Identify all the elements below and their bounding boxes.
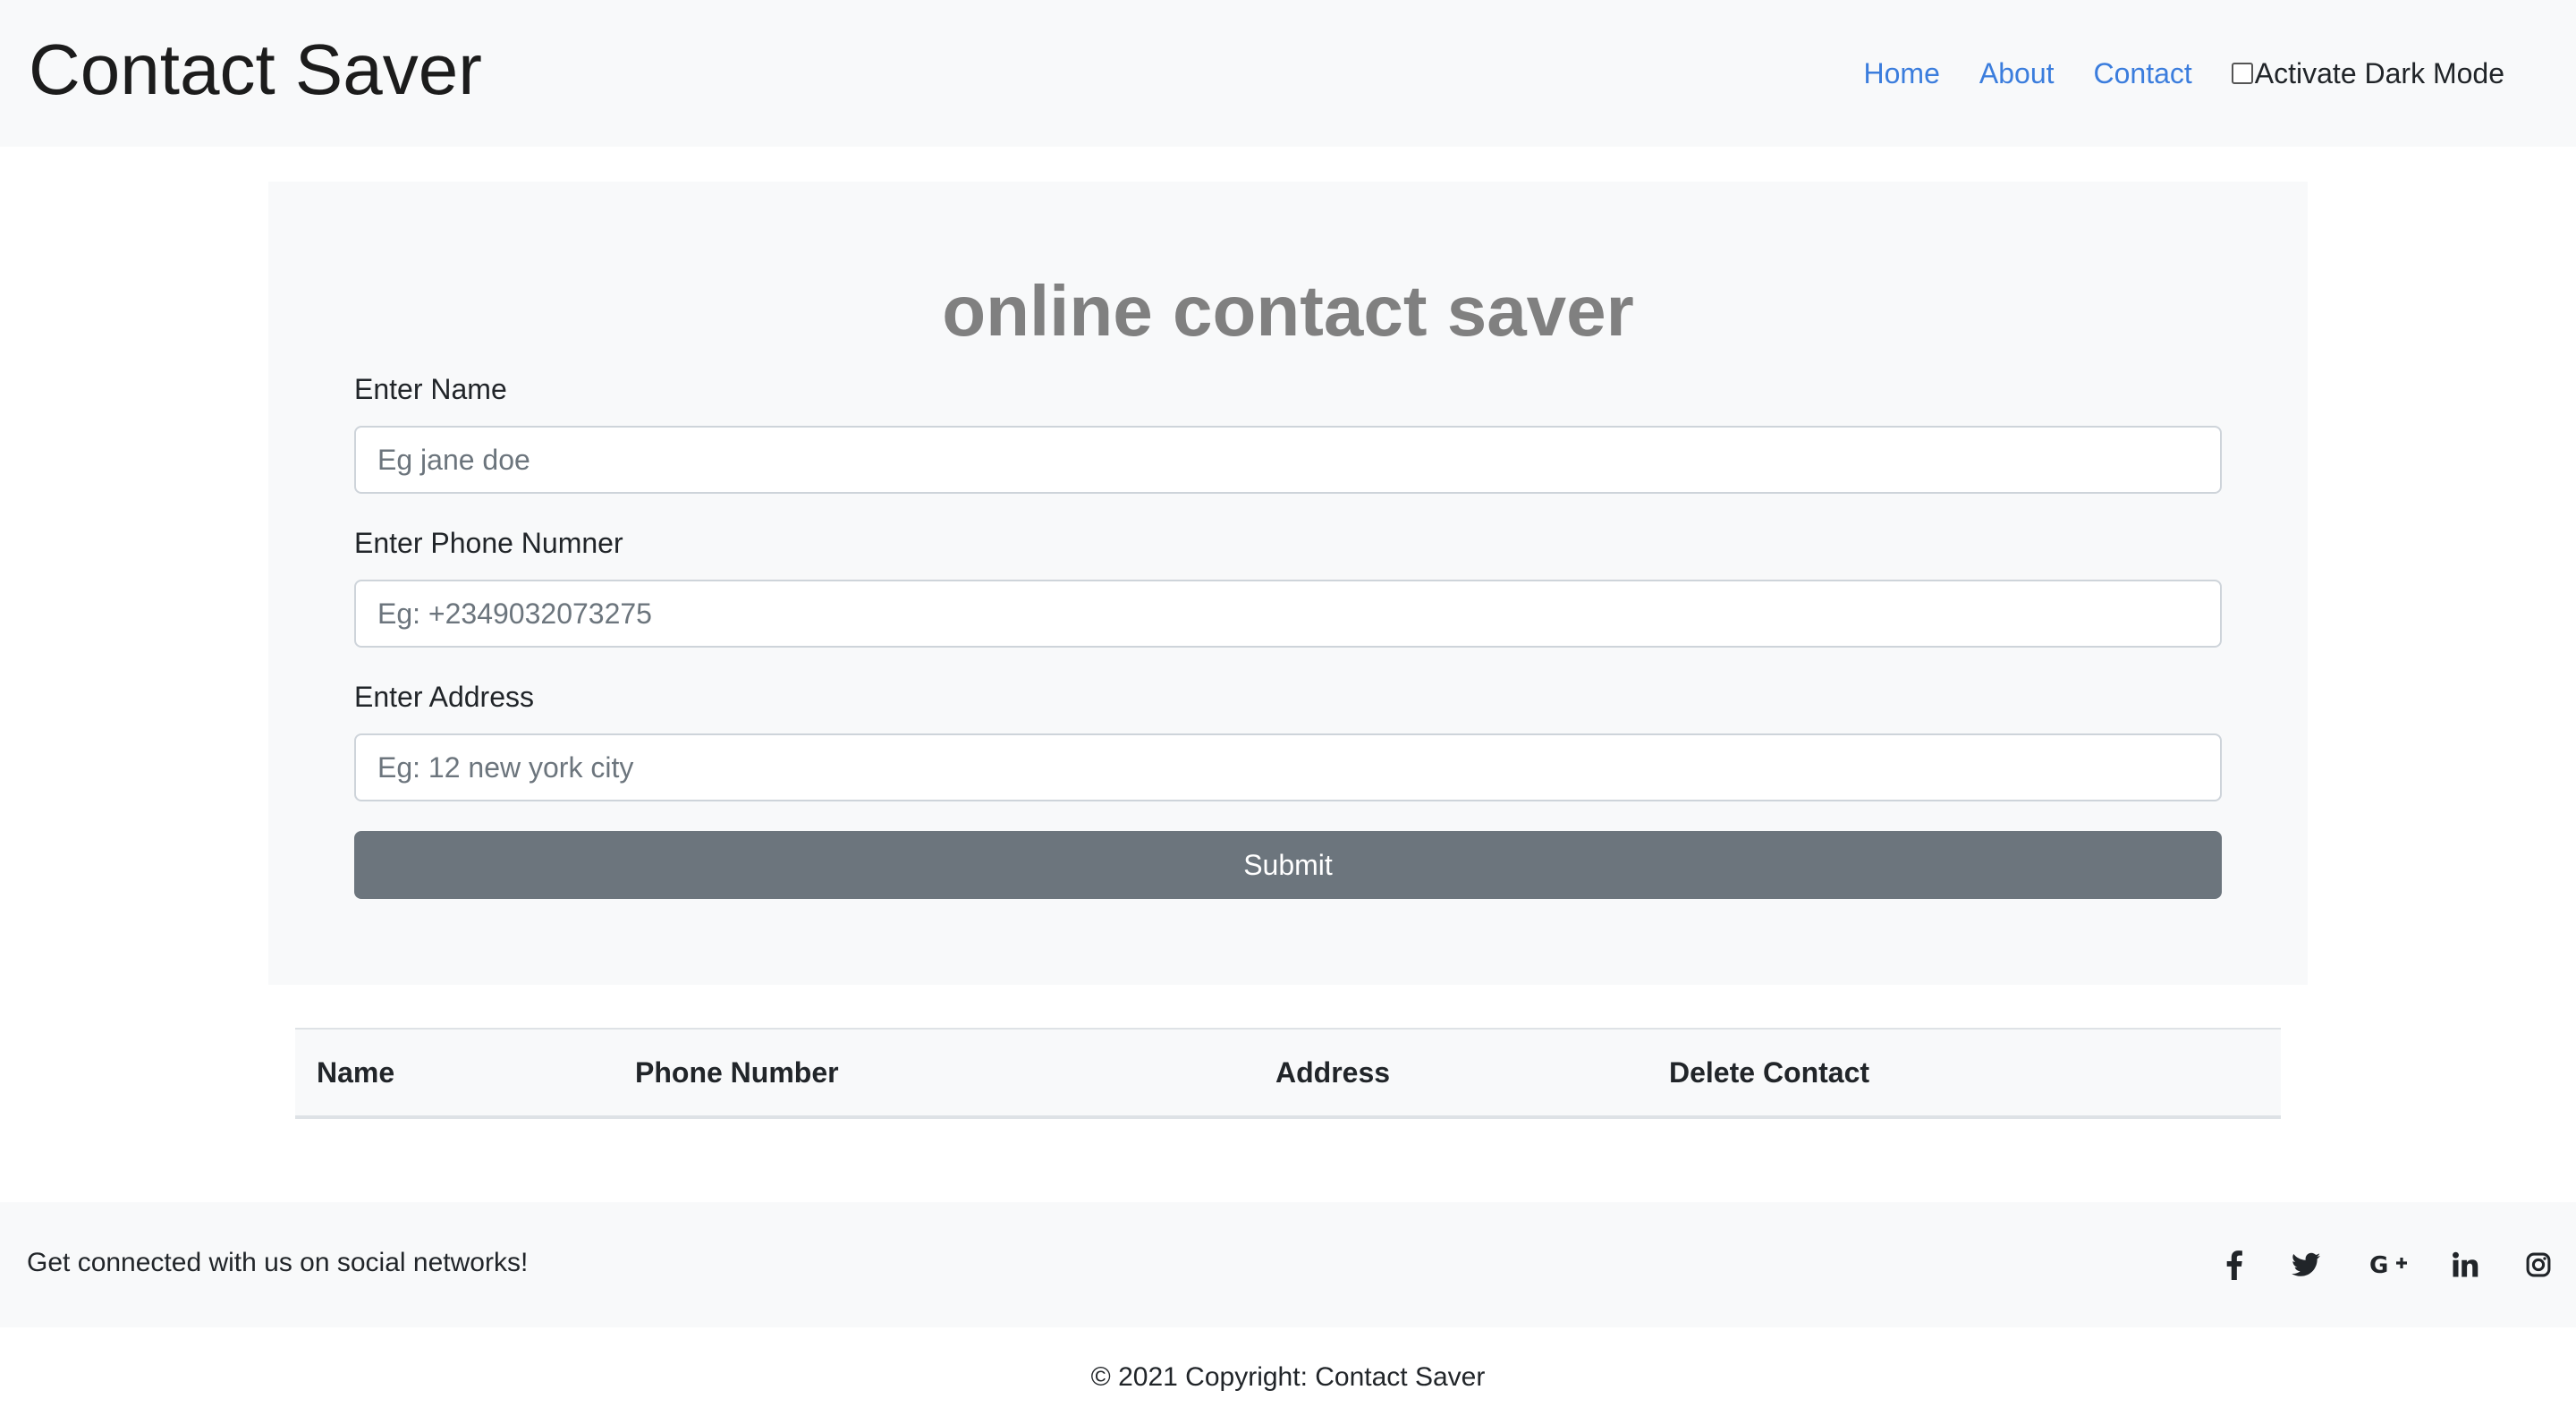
address-input[interactable]: Eg: 12 new york city [354,733,2222,801]
dark-mode-label: Activate Dark Mode [2254,57,2504,89]
submit-button[interactable]: Submit [354,831,2222,899]
footer-connect-text: Get connected with us on social networks… [27,1248,529,1277]
nav-link-about[interactable]: About [1979,52,2055,95]
dark-mode-checkbox[interactable] [2231,63,2253,84]
address-label: Enter Address [354,681,534,713]
name-label: Enter Name [354,373,507,405]
nav-link-contact[interactable]: Contact [2094,52,2192,95]
facebook-icon[interactable] [2216,1247,2252,1283]
column-header-address: Address [1275,1056,1391,1089]
brand-title[interactable]: Contact Saver [29,25,482,114]
navbar: Contact Saver Home About Contact Activat… [0,0,2576,147]
form-title: online contact saver [942,271,1634,351]
linkedin-icon[interactable] [2447,1247,2483,1283]
nav-link-home[interactable]: Home [1864,52,1940,95]
footer-social-bar: Get connected with us on social networks… [0,1202,2576,1327]
contact-form-panel: online contact saver Enter Name Eg jane … [268,182,2308,985]
footer-copyright: © 2021 Copyright: Contact Saver [1090,1362,1486,1392]
nav-links: Home About Contact Activate Dark Mode [1825,52,2504,95]
google-plus-icon[interactable]: G [2367,1247,2411,1283]
twitter-icon[interactable] [2288,1247,2324,1283]
column-header-phone: Phone Number [635,1056,839,1089]
column-header-delete: Delete Contact [1669,1056,1870,1089]
instagram-icon[interactable] [2521,1247,2556,1283]
contacts-table-header: Name Phone Number Address Delete Contact [295,1028,2281,1119]
svg-text:G: G [2369,1252,2388,1277]
name-input[interactable]: Eg jane doe [354,426,2222,494]
phone-label: Enter Phone Numner [354,527,623,559]
column-header-name: Name [317,1056,395,1089]
dark-mode-toggle[interactable]: Activate Dark Mode [2231,52,2504,95]
phone-input[interactable]: Eg: +2349032073275 [354,580,2222,648]
